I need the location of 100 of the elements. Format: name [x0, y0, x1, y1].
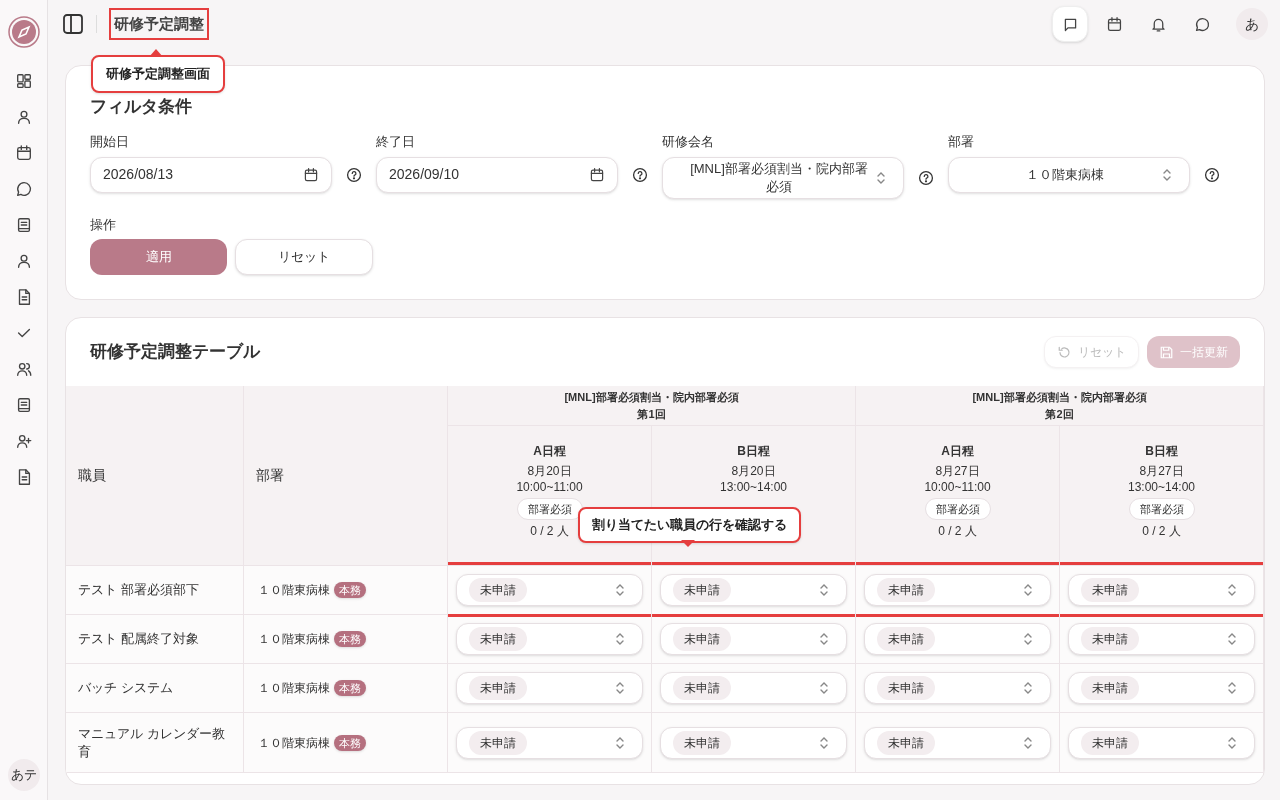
- chevron-updown-icon: [1226, 583, 1238, 597]
- status-select[interactable]: 未申請: [456, 574, 643, 606]
- status-select[interactable]: 未申請: [456, 623, 643, 655]
- column-header: 職員: [78, 466, 106, 485]
- status-select[interactable]: 未申請: [660, 672, 847, 704]
- session-title: [MNL]部署必須割当・院内部署必須: [564, 389, 739, 405]
- date-field[interactable]: 2026/09/10: [376, 156, 618, 193]
- slot-name: A日程: [533, 443, 566, 459]
- status-select[interactable]: 未申請: [1068, 623, 1255, 655]
- staff-name: マニュアル カレンダー教育: [78, 724, 226, 761]
- chevron-updown-icon: [614, 583, 626, 597]
- field-label: 操作: [90, 215, 116, 234]
- calendar-icon[interactable]: [14, 144, 33, 162]
- capacity-count: 0 / 2 人: [530, 523, 569, 539]
- slot-time: 10:00~11:00: [516, 479, 583, 495]
- help-icon[interactable]: [1204, 166, 1220, 183]
- session-round: 第1回: [637, 406, 666, 422]
- chat-icon[interactable]: [14, 180, 33, 198]
- requirement-tag: 部署必須: [516, 498, 583, 520]
- calendar-icon: [1105, 15, 1123, 33]
- status-select[interactable]: 未申請: [864, 574, 1051, 606]
- chevron-updown-icon: [818, 681, 830, 695]
- chevron-updown-icon: [818, 632, 830, 646]
- chevron-updown-icon: [875, 170, 887, 185]
- slot-name: B日程: [1145, 443, 1178, 459]
- slot-date: 8月20日: [527, 463, 572, 479]
- assignment-badge: 本務: [334, 734, 366, 751]
- capacity-count: 0 / 2 人: [938, 523, 977, 539]
- tooltip-pointer-icon: [149, 48, 163, 57]
- users-icon[interactable]: [14, 360, 33, 378]
- chevron-updown-icon: [1226, 681, 1238, 695]
- department-name: １０階東病棟: [258, 734, 330, 752]
- status-select[interactable]: 未申請: [1068, 726, 1255, 759]
- assignment-badge: 本務: [334, 631, 366, 647]
- reset-button[interactable]: リセット: [235, 239, 373, 275]
- chevron-updown-icon: [1022, 681, 1034, 695]
- status-select[interactable]: 未申請: [1068, 672, 1255, 704]
- slot-name: A日程: [941, 443, 974, 459]
- chevron-updown-icon: [614, 681, 626, 695]
- status-select[interactable]: 未申請: [660, 574, 847, 606]
- tour-tooltip: 研修予定調整画面: [91, 55, 225, 93]
- section-title: フィルタ条件: [90, 96, 192, 118]
- assignment-badge: 本務: [334, 680, 366, 696]
- status-select[interactable]: 未申請: [864, 623, 1051, 655]
- slot-date: 8月20日: [731, 463, 776, 479]
- chevron-updown-icon: [818, 735, 830, 750]
- calendar-icon[interactable]: [303, 166, 319, 183]
- chevron-updown-icon: [1022, 632, 1034, 646]
- chevron-updown-icon: [1226, 632, 1238, 646]
- sidebar-toggle-icon[interactable]: [62, 13, 84, 35]
- requirement-tag: 部署必須: [1128, 498, 1195, 520]
- status-select[interactable]: 未申請: [864, 726, 1051, 759]
- status-select[interactable]: 未申請: [1068, 574, 1255, 606]
- slot-name: B日程: [737, 443, 770, 459]
- requirement-tag: 部署必須: [924, 498, 991, 520]
- department-name: １０階東病棟: [258, 680, 330, 697]
- slot-time: 13:00~14:00: [719, 479, 788, 495]
- chevron-updown-icon: [1022, 735, 1034, 750]
- chevron-updown-icon: [1161, 167, 1173, 182]
- compass-logo-icon[interactable]: [7, 16, 40, 48]
- date-field[interactable]: 2026/08/13: [90, 156, 332, 193]
- tooltip-pointer-icon: [681, 540, 695, 548]
- slot-date: 8月27日: [1139, 463, 1184, 479]
- slot-time: 13:00~14:00: [1127, 479, 1196, 495]
- help-icon[interactable]: [918, 169, 934, 186]
- section-title: 研修予定調整テーブル: [90, 341, 260, 364]
- select-field[interactable]: [MNL]部署必須割当・院内部署必須: [662, 156, 904, 199]
- page-title: 研修予定調整: [114, 15, 204, 32]
- user-avatar[interactable]: あテ: [7, 759, 40, 791]
- department-name: １０階東病棟: [258, 582, 330, 599]
- status-select[interactable]: 未申請: [660, 726, 847, 759]
- capacity-count: 0 / 2 人: [1142, 523, 1181, 539]
- staff-name: テスト 配属終了対象: [78, 630, 199, 648]
- select-field[interactable]: １０階東病棟: [948, 156, 1190, 193]
- chevron-updown-icon: [818, 583, 830, 597]
- session-round: 第2回: [1045, 406, 1074, 422]
- slot-time: 10:00~11:00: [924, 479, 991, 495]
- help-icon[interactable]: [632, 166, 648, 183]
- department-name: １０階東病棟: [258, 631, 330, 648]
- grid-icon[interactable]: [14, 72, 33, 90]
- add-user-icon[interactable]: [14, 432, 33, 450]
- field-label: 研修会名: [662, 133, 714, 151]
- status-select[interactable]: 未申請: [456, 726, 643, 759]
- staff-name: テスト 部署必須部下: [78, 581, 199, 599]
- chat-icon: [1193, 15, 1211, 33]
- status-select[interactable]: 未申請: [660, 623, 847, 655]
- column-header: 部署: [256, 466, 284, 485]
- save-icon: [1159, 344, 1174, 360]
- status-select[interactable]: 未申請: [864, 672, 1051, 704]
- session-title: [MNL]部署必須割当・院内部署必須: [972, 389, 1147, 405]
- tour-tooltip: 割り当てたい職員の行を確認する: [578, 507, 801, 543]
- header-action-button[interactable]: [1052, 6, 1088, 42]
- status-select[interactable]: 未申請: [456, 672, 643, 704]
- field-label: 部署: [948, 133, 974, 151]
- assignment-badge: 本務: [334, 582, 366, 598]
- staff-name: バッチ システム: [78, 679, 173, 697]
- user-avatar[interactable]: あ: [1236, 8, 1268, 40]
- help-icon[interactable]: [346, 166, 362, 183]
- calendar-icon[interactable]: [589, 166, 605, 183]
- field-label: 終了日: [376, 133, 415, 151]
